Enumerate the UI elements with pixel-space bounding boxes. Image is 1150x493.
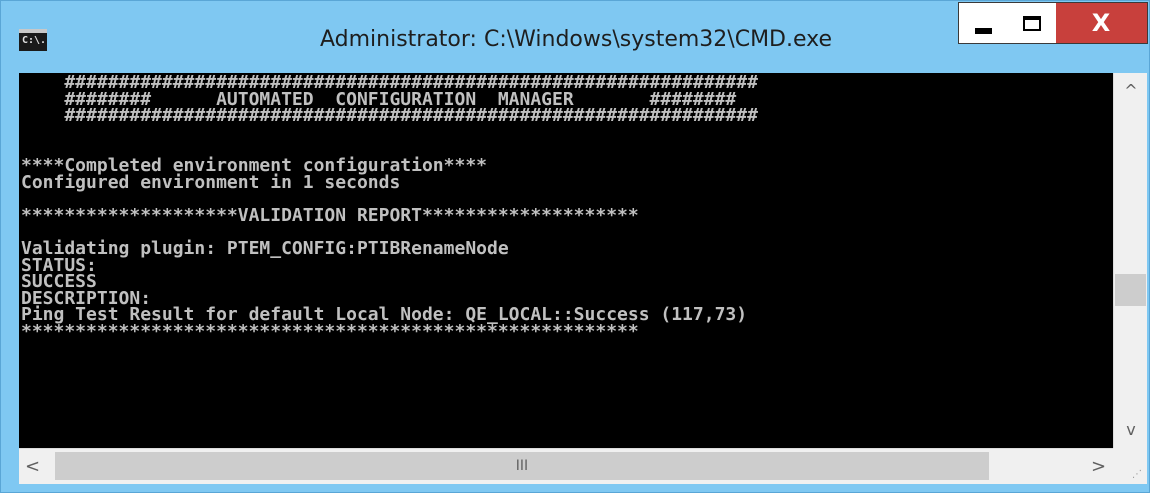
vertical-scrollbar[interactable]: ^ v bbox=[1113, 73, 1147, 448]
console-output[interactable]: ########################################… bbox=[19, 73, 1113, 448]
vertical-scroll-thumb[interactable] bbox=[1115, 274, 1146, 306]
scroll-down-icon[interactable]: v bbox=[1114, 420, 1148, 440]
scroll-up-icon[interactable]: ^ bbox=[1114, 81, 1148, 101]
cmd-window: C:\. Administrator: C:\Windows\system32\… bbox=[0, 0, 1150, 493]
minimize-button[interactable] bbox=[958, 2, 1008, 44]
scroll-right-icon[interactable]: > bbox=[1091, 457, 1106, 477]
resize-grip-icon: ⋰ bbox=[1132, 469, 1142, 480]
close-icon: X bbox=[1091, 9, 1111, 37]
console-line: Configured environment in 1 seconds bbox=[21, 171, 401, 193]
console-line: ********************VALIDATION REPORT***… bbox=[21, 204, 639, 226]
title-bar[interactable]: C:\. Administrator: C:\Windows\system32\… bbox=[1, 1, 1150, 73]
console-text: ########################################… bbox=[19, 73, 1113, 341]
maximize-icon bbox=[1023, 16, 1041, 31]
scroll-left-icon[interactable]: < bbox=[25, 457, 40, 477]
horizontal-scrollbar[interactable]: < III > bbox=[19, 448, 1113, 484]
console-line: ########################################… bbox=[21, 105, 758, 127]
horizontal-scroll-thumb[interactable]: III bbox=[55, 452, 989, 480]
close-button[interactable]: X bbox=[1056, 2, 1148, 44]
resize-grip[interactable]: ⋰ bbox=[1113, 448, 1147, 484]
scroll-grip-icon: III bbox=[515, 458, 529, 474]
maximize-button[interactable] bbox=[1007, 2, 1057, 44]
minimize-icon bbox=[975, 28, 992, 34]
console-line: ****************************************… bbox=[21, 320, 639, 342]
